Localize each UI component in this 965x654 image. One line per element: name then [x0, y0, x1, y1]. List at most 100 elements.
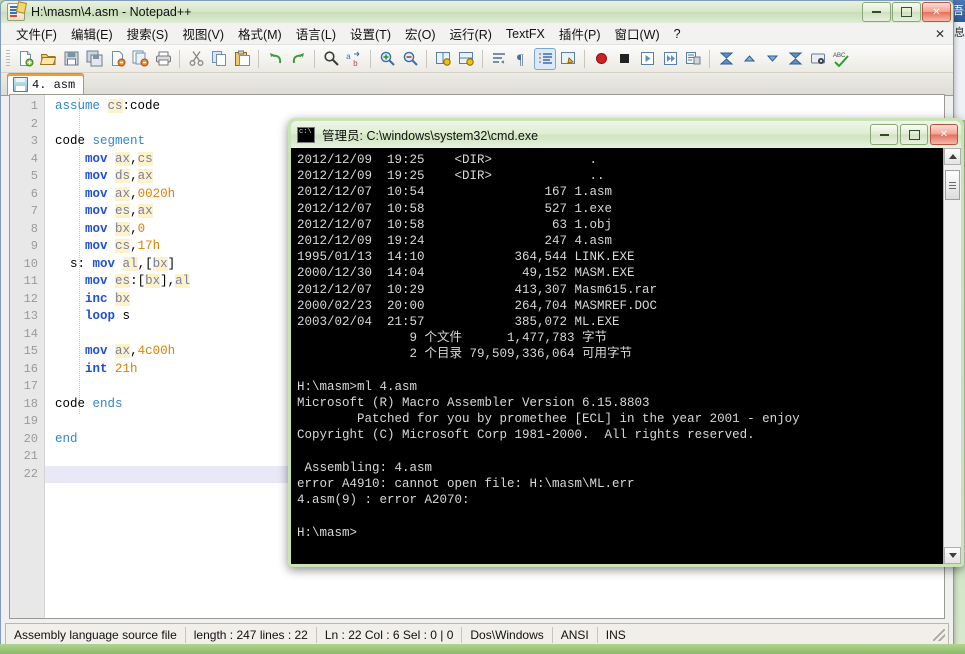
- code-token: ax: [115, 151, 131, 166]
- replace-icon[interactable]: ab: [343, 48, 365, 70]
- undo-icon[interactable]: [264, 48, 286, 70]
- cmd-scrollbar[interactable]: [943, 148, 961, 564]
- tab-4-asm[interactable]: 4. asm: [7, 73, 85, 95]
- show-all-chars-icon[interactable]: ¶: [511, 48, 533, 70]
- toolbar-separator: [482, 49, 483, 68]
- collapse-all-icon[interactable]: [715, 48, 737, 70]
- redo-icon[interactable]: [287, 48, 309, 70]
- cut-icon[interactable]: [185, 48, 207, 70]
- code-token: ,: [130, 239, 138, 253]
- menu-format[interactable]: 格式(M): [231, 22, 289, 45]
- toolbar-grip[interactable]: [6, 49, 10, 68]
- notepadpp-title-text: H:\masm\4.asm - Notepad++: [31, 5, 192, 19]
- paste-icon[interactable]: [231, 48, 253, 70]
- menu-window[interactable]: 窗口(W): [607, 22, 666, 45]
- code-token: int: [85, 361, 108, 376]
- save-macro-icon[interactable]: [682, 48, 704, 70]
- user-defined-dialog-icon[interactable]: [557, 48, 579, 70]
- code-token: mov: [85, 274, 108, 288]
- new-file-icon[interactable]: [14, 48, 36, 70]
- notepadpp-titlebar[interactable]: H:\masm\4.asm - Notepad++ ✕: [1, 1, 953, 23]
- code-token: mov: [92, 256, 116, 271]
- zoom-in-icon[interactable]: [376, 48, 398, 70]
- save-icon[interactable]: [60, 48, 82, 70]
- cmd-output-text[interactable]: 2012/12/09 19:25 <DIR> . 2012/12/09 19:2…: [291, 148, 943, 564]
- menu-language[interactable]: 语言(L): [289, 22, 343, 45]
- indent-guide-icon[interactable]: [534, 47, 556, 70]
- cmd-titlebar[interactable]: 管理员: C:\windows\system32\cmd.exe ✕: [291, 121, 961, 148]
- print-icon[interactable]: [152, 48, 174, 70]
- code-token: 21h: [115, 361, 138, 376]
- menu-search[interactable]: 搜索(S): [120, 22, 176, 45]
- line-number-gutter: 1 2 3 4 5 6 7 8 9 10 11 12 13 14 15 16 17 18 19 20 21 22: [10, 95, 45, 618]
- menu-bar: 文件(F) 编辑(E) 搜索(S) 视图(V) 格式(M) 语言(L) 设置(T…: [1, 23, 953, 45]
- expand-level-icon[interactable]: [761, 48, 783, 70]
- spellcheck-icon[interactable]: ABC: [830, 48, 852, 70]
- menu-textfx[interactable]: TextFX: [499, 25, 552, 43]
- cmd-minimize-button[interactable]: [870, 124, 898, 145]
- code-token: ,[: [137, 256, 153, 271]
- status-eol-format: Dos\Windows: [470, 628, 544, 642]
- line-number: 4: [30, 151, 38, 166]
- svg-text:a: a: [346, 53, 351, 62]
- run-icon[interactable]: [807, 48, 829, 70]
- menu-run[interactable]: 运行(R): [443, 22, 499, 45]
- scroll-thumb[interactable]: [945, 170, 960, 200]
- play-macro-icon[interactable]: [636, 48, 658, 70]
- menu-help[interactable]: ?: [667, 25, 688, 43]
- open-file-icon[interactable]: [37, 48, 59, 70]
- code-line[interactable]: assume cs:code: [45, 98, 944, 116]
- word-wrap-icon[interactable]: [488, 48, 510, 70]
- scroll-down-button[interactable]: [944, 547, 961, 564]
- record-macro-icon[interactable]: [590, 48, 612, 70]
- close-document-button[interactable]: ✕: [935, 27, 945, 41]
- menu-view[interactable]: 视图(V): [175, 22, 231, 45]
- cmd-maximize-button[interactable]: [900, 124, 928, 145]
- find-icon[interactable]: [320, 48, 342, 70]
- scroll-up-button[interactable]: [944, 148, 961, 165]
- collapse-level-icon[interactable]: [738, 48, 760, 70]
- status-bar: Assembly language source file length : 2…: [5, 623, 949, 647]
- close-all-icon[interactable]: [129, 48, 151, 70]
- toolbar-separator: [370, 49, 371, 68]
- close-button[interactable]: ✕: [922, 2, 951, 22]
- zoom-out-icon[interactable]: [399, 48, 421, 70]
- code-token: mov: [85, 169, 108, 183]
- code-token: 0020h: [137, 186, 176, 201]
- menu-macro[interactable]: 宏(O): [398, 22, 443, 45]
- menu-plugins[interactable]: 插件(P): [552, 22, 608, 45]
- menu-settings[interactable]: 设置(T): [343, 22, 398, 45]
- copy-icon[interactable]: [208, 48, 230, 70]
- sync-horizontal-scroll-icon[interactable]: [455, 48, 477, 70]
- run-macro-multiple-icon[interactable]: [659, 48, 681, 70]
- menu-file[interactable]: 文件(F): [9, 22, 64, 45]
- expand-all-icon[interactable]: [784, 48, 806, 70]
- code-token: cs: [137, 151, 153, 166]
- minimize-button[interactable]: [862, 2, 891, 22]
- code-token: mov: [85, 221, 108, 236]
- code-token: cs: [107, 99, 123, 113]
- cmd-close-button[interactable]: ✕: [930, 124, 958, 145]
- menu-edit[interactable]: 编辑(E): [64, 22, 120, 45]
- code-token: bx: [145, 274, 161, 288]
- sync-vertical-scroll-icon[interactable]: [432, 48, 454, 70]
- cmd-title-text: 管理员: C:\windows\system32\cmd.exe: [322, 129, 539, 143]
- toolbar-separator: [584, 49, 585, 68]
- close-file-icon[interactable]: [106, 48, 128, 70]
- code-token: al: [122, 256, 138, 271]
- save-all-icon[interactable]: [83, 48, 105, 70]
- stop-record-macro-icon[interactable]: [613, 48, 635, 70]
- code-token: ds: [115, 169, 131, 183]
- maximize-button[interactable]: [892, 2, 921, 22]
- resize-grip[interactable]: [933, 629, 945, 641]
- background-window-title: 吾: [953, 0, 965, 22]
